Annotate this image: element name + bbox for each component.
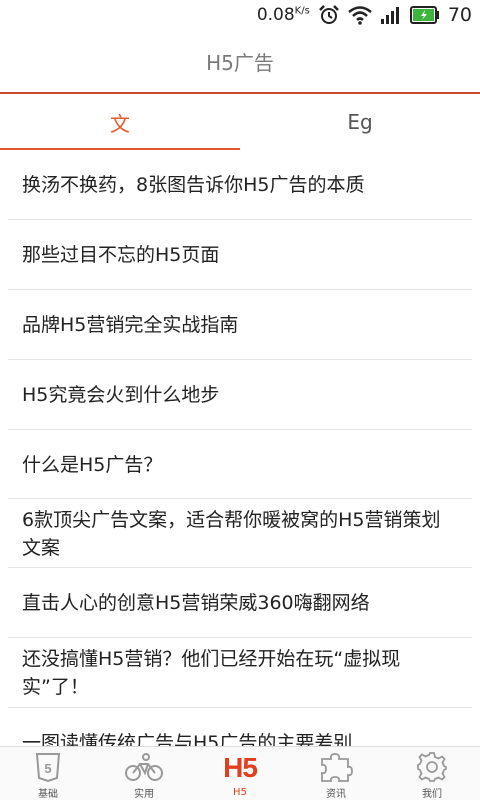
status-bar: 0.08K/s 70 [0, 0, 480, 30]
list-item[interactable]: H5究竟会火到什么地步 [0, 360, 480, 430]
wifi-icon [348, 5, 372, 25]
article-title: H5究竟会火到什么地步 [22, 384, 220, 406]
app-header: H5广告 [0, 30, 480, 92]
nav-label: H5 [233, 787, 247, 798]
article-title: 什么是H5广告？ [22, 453, 163, 476]
article-title: 还没搞懂H5营销？他们已经开始在玩“虚拟现实”了！ [22, 648, 401, 698]
tab-bar: 文 Eg [0, 94, 480, 150]
svg-text:5: 5 [44, 761, 51, 776]
nav-news[interactable]: 资讯 [288, 747, 384, 800]
puzzle-icon [319, 751, 353, 783]
signal-icon [380, 5, 402, 25]
list-item[interactable]: 那些过目不忘的H5页面 [0, 220, 480, 290]
tab-article[interactable]: 文 [0, 94, 240, 150]
nav-label: 资讯 [326, 789, 346, 800]
page-title: H5广告 [206, 50, 274, 75]
network-speed: 0.08K/s [257, 5, 310, 25]
list-item[interactable]: 品牌H5营销完全实战指南 [0, 290, 480, 360]
list-item[interactable]: 6款顶尖广告文案，适合帮你暖被窝的H5营销策划文案 [0, 499, 480, 568]
nav-about[interactable]: 我们 [384, 747, 480, 800]
h5-logo-text: H5 [223, 752, 258, 783]
battery-icon [409, 6, 440, 24]
nav-label: 我们 [422, 789, 442, 800]
list-item[interactable]: 直击人心的创意H5营销荣威360嗨翻网络 [0, 568, 480, 638]
bicycle-icon [124, 751, 164, 783]
article-title: 那些过目不忘的H5页面 [22, 244, 220, 266]
list-item[interactable]: 换汤不换药，8张图告诉你H5广告的本质 [0, 150, 480, 220]
status-icons: 0.08K/s 70 [257, 3, 472, 27]
article-title: 直击人心的创意H5营销荣威360嗨翻网络 [22, 592, 370, 614]
nav-label: 基础 [38, 789, 58, 800]
article-title: 6款顶尖广告文案，适合帮你暖被窝的H5营销策划文案 [22, 508, 441, 559]
list-item[interactable]: 什么是H5广告？ [0, 430, 480, 499]
nav-h5[interactable]: H5 H5 [192, 747, 288, 800]
article-list: 换汤不换药，8张图告诉你H5广告的本质 那些过目不忘的H5页面 品牌H5营销完全… [0, 150, 480, 778]
network-speed-value: 0.08 [256, 5, 295, 25]
battery-level: 70 [447, 4, 472, 26]
article-title: 品牌H5营销完全实战指南 [22, 314, 239, 336]
gear-icon [416, 751, 448, 783]
alarm-icon [318, 4, 340, 26]
list-item[interactable]: 还没搞懂H5营销？他们已经开始在玩“虚拟现实”了！ [0, 638, 480, 708]
nav-practical[interactable]: 实用 [96, 747, 192, 800]
bottom-nav: 5 基础 实用 H5 H5 资讯 我们 [0, 746, 480, 800]
network-speed-unit: K/s [294, 5, 310, 17]
h5-logo-icon: H5 [223, 751, 258, 785]
nav-basics[interactable]: 5 基础 [0, 747, 96, 800]
html5-shield-icon: 5 [35, 751, 61, 783]
tab-examples[interactable]: Eg [240, 94, 480, 150]
nav-label: 实用 [134, 789, 154, 800]
article-title: 换汤不换药，8张图告诉你H5广告的本质 [22, 174, 365, 196]
